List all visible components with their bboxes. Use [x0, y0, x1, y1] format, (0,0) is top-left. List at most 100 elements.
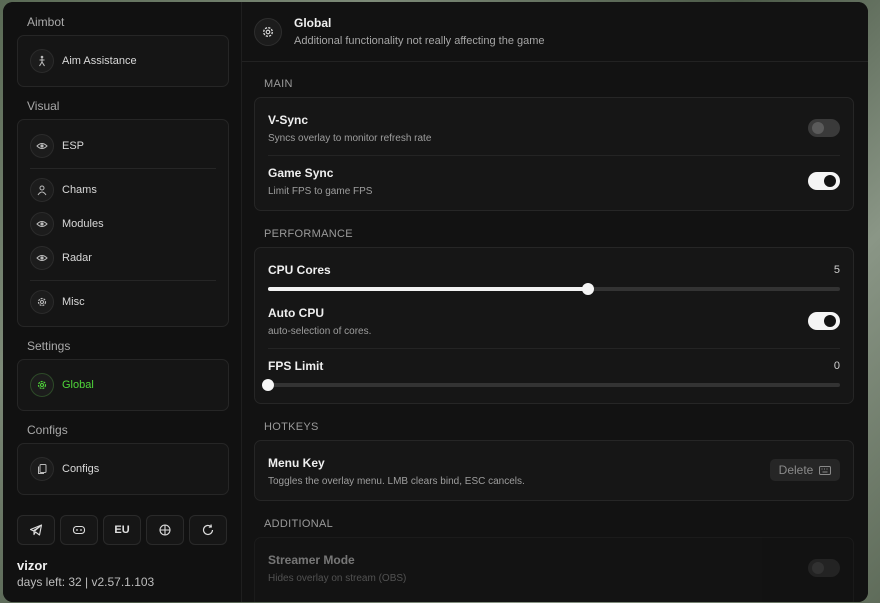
streamer-mode-title: Streamer Mode — [268, 553, 355, 567]
toggle-knob — [824, 175, 836, 187]
sidebar-item-modules[interactable]: Modules — [30, 211, 216, 237]
category-additional: ADDITIONAL — [264, 518, 334, 530]
sidebar-item-radar[interactable]: Radar — [30, 245, 216, 271]
performance-card: CPU Cores 5 Auto CPU auto-selection of c… — [254, 247, 854, 404]
game-sync-desc: Limit FPS to game FPS — [268, 186, 373, 197]
keyboard-icon — [819, 465, 832, 475]
section-title-settings: Settings — [27, 339, 71, 353]
eye-icon — [30, 246, 54, 270]
figure-icon — [30, 49, 54, 73]
visual-group: ESP Chams Modules Radar Misc — [17, 119, 229, 327]
gamepad-icon — [72, 525, 86, 535]
sidebar-item-label: ESP — [62, 140, 85, 152]
divider — [268, 155, 840, 156]
section-title-configs: Configs — [27, 423, 68, 437]
gear-icon — [30, 290, 54, 314]
page-header: Global Additional functionality not real… — [242, 2, 868, 62]
sidebar-item-global[interactable]: Global — [30, 372, 216, 398]
sidebar-item-label: Misc — [62, 296, 85, 308]
divider — [30, 168, 216, 169]
divider — [268, 348, 840, 349]
streamer-mode-desc: Hides overlay on stream (OBS) — [268, 573, 407, 584]
main-card: V-Sync Syncs overlay to monitor refresh … — [254, 97, 854, 211]
category-performance: PERFORMANCE — [264, 228, 353, 240]
fps-limit-title: FPS Limit — [268, 359, 324, 373]
eye-icon — [30, 134, 54, 158]
app-window: Aimbot Aim Assistance Visual ESP Chams M… — [3, 2, 868, 602]
auto-cpu-desc: auto-selection of cores. — [268, 326, 372, 337]
vsync-desc: Syncs overlay to monitor refresh rate — [268, 133, 432, 144]
sidebar: Aimbot Aim Assistance Visual ESP Chams M… — [3, 2, 242, 602]
user-name: vizor — [17, 558, 48, 573]
aimbot-group: Aim Assistance — [17, 35, 229, 87]
page-title: Global — [294, 16, 332, 30]
user-info: days left: 32 | v2.57.1.103 — [17, 575, 155, 589]
streamer-mode-toggle[interactable] — [808, 559, 840, 577]
game-sync-title: Game Sync — [268, 166, 334, 180]
slider-thumb[interactable] — [582, 283, 595, 295]
sidebar-item-configs[interactable]: Configs — [30, 456, 216, 482]
sidebar-item-label: Radar — [62, 252, 92, 264]
vsync-title: V-Sync — [268, 113, 309, 127]
category-main: MAIN — [264, 78, 293, 90]
sidebar-item-label: Modules — [62, 218, 104, 230]
fps-limit-value: 0 — [833, 360, 840, 372]
vsync-toggle[interactable] — [808, 119, 840, 137]
toggle-knob — [812, 562, 824, 574]
menu-key-title: Menu Key — [268, 456, 325, 470]
refresh-icon — [202, 524, 214, 536]
page-subtitle: Additional functionality not really affe… — [294, 35, 545, 47]
menu-key-desc: Toggles the overlay menu. LMB clears bin… — [268, 476, 525, 487]
auto-cpu-row: Auto CPU auto-selection of cores. — [268, 306, 840, 337]
streamer-mode-row: Streamer Mode Hides overlay on stream (O… — [268, 553, 840, 584]
bottom-bar: EU — [17, 515, 227, 545]
sidebar-item-chams[interactable]: Chams — [30, 177, 216, 203]
section-title-aimbot: Aimbot — [27, 15, 65, 29]
additional-card: Streamer Mode Hides overlay on stream (O… — [254, 537, 854, 602]
auto-cpu-title: Auto CPU — [268, 306, 324, 320]
fps-limit-slider[interactable] — [262, 379, 840, 391]
gear-icon — [254, 18, 282, 46]
menu-key-row: Menu Key Toggles the overlay menu. LMB c… — [268, 456, 840, 487]
crosshair-button[interactable] — [146, 515, 184, 545]
sidebar-item-label: Global — [62, 379, 94, 391]
menu-key-bind-button[interactable]: Delete — [770, 459, 840, 481]
auto-cpu-toggle[interactable] — [808, 312, 840, 330]
cpu-cores-title: CPU Cores — [268, 263, 331, 277]
slider-fill — [268, 287, 589, 291]
bind-button-label: Delete — [778, 463, 814, 477]
sidebar-item-esp[interactable]: ESP — [30, 133, 216, 159]
region-button[interactable]: EU — [103, 515, 141, 545]
crosshair-icon — [159, 524, 171, 536]
sidebar-item-label: Aim Assistance — [62, 55, 137, 67]
divider — [30, 280, 216, 281]
telegram-icon — [29, 524, 43, 536]
files-icon — [30, 457, 54, 481]
telegram-button[interactable] — [17, 515, 55, 545]
eye-icon — [30, 212, 54, 236]
sidebar-item-label: Chams — [62, 184, 97, 196]
fps-limit-row: FPS Limit — [268, 359, 840, 373]
sidebar-item-aim-assistance[interactable]: Aim Assistance — [30, 48, 216, 74]
main-panel: Global Additional functionality not real… — [242, 2, 868, 602]
toggle-knob — [812, 122, 824, 134]
user-icon — [30, 178, 54, 202]
gear-icon — [30, 373, 54, 397]
game-sync-row: Game Sync Limit FPS to game FPS — [268, 166, 840, 197]
category-hotkeys: HOTKEYS — [264, 421, 319, 433]
toggle-knob — [824, 315, 836, 327]
cpu-cores-row: CPU Cores — [268, 263, 840, 277]
game-sync-toggle[interactable] — [808, 172, 840, 190]
hotkeys-card: Menu Key Toggles the overlay menu. LMB c… — [254, 440, 854, 501]
discord-button[interactable] — [60, 515, 98, 545]
cpu-cores-value: 5 — [833, 264, 840, 276]
section-title-visual: Visual — [27, 99, 60, 113]
cpu-cores-slider[interactable] — [268, 283, 840, 295]
sidebar-item-misc[interactable]: Misc — [30, 289, 216, 315]
sidebar-item-label: Configs — [62, 463, 100, 475]
configs-group: Configs — [17, 443, 229, 495]
settings-group: Global — [17, 359, 229, 411]
slider-thumb[interactable] — [262, 379, 274, 391]
refresh-button[interactable] — [189, 515, 227, 545]
vsync-row: V-Sync Syncs overlay to monitor refresh … — [268, 113, 840, 144]
